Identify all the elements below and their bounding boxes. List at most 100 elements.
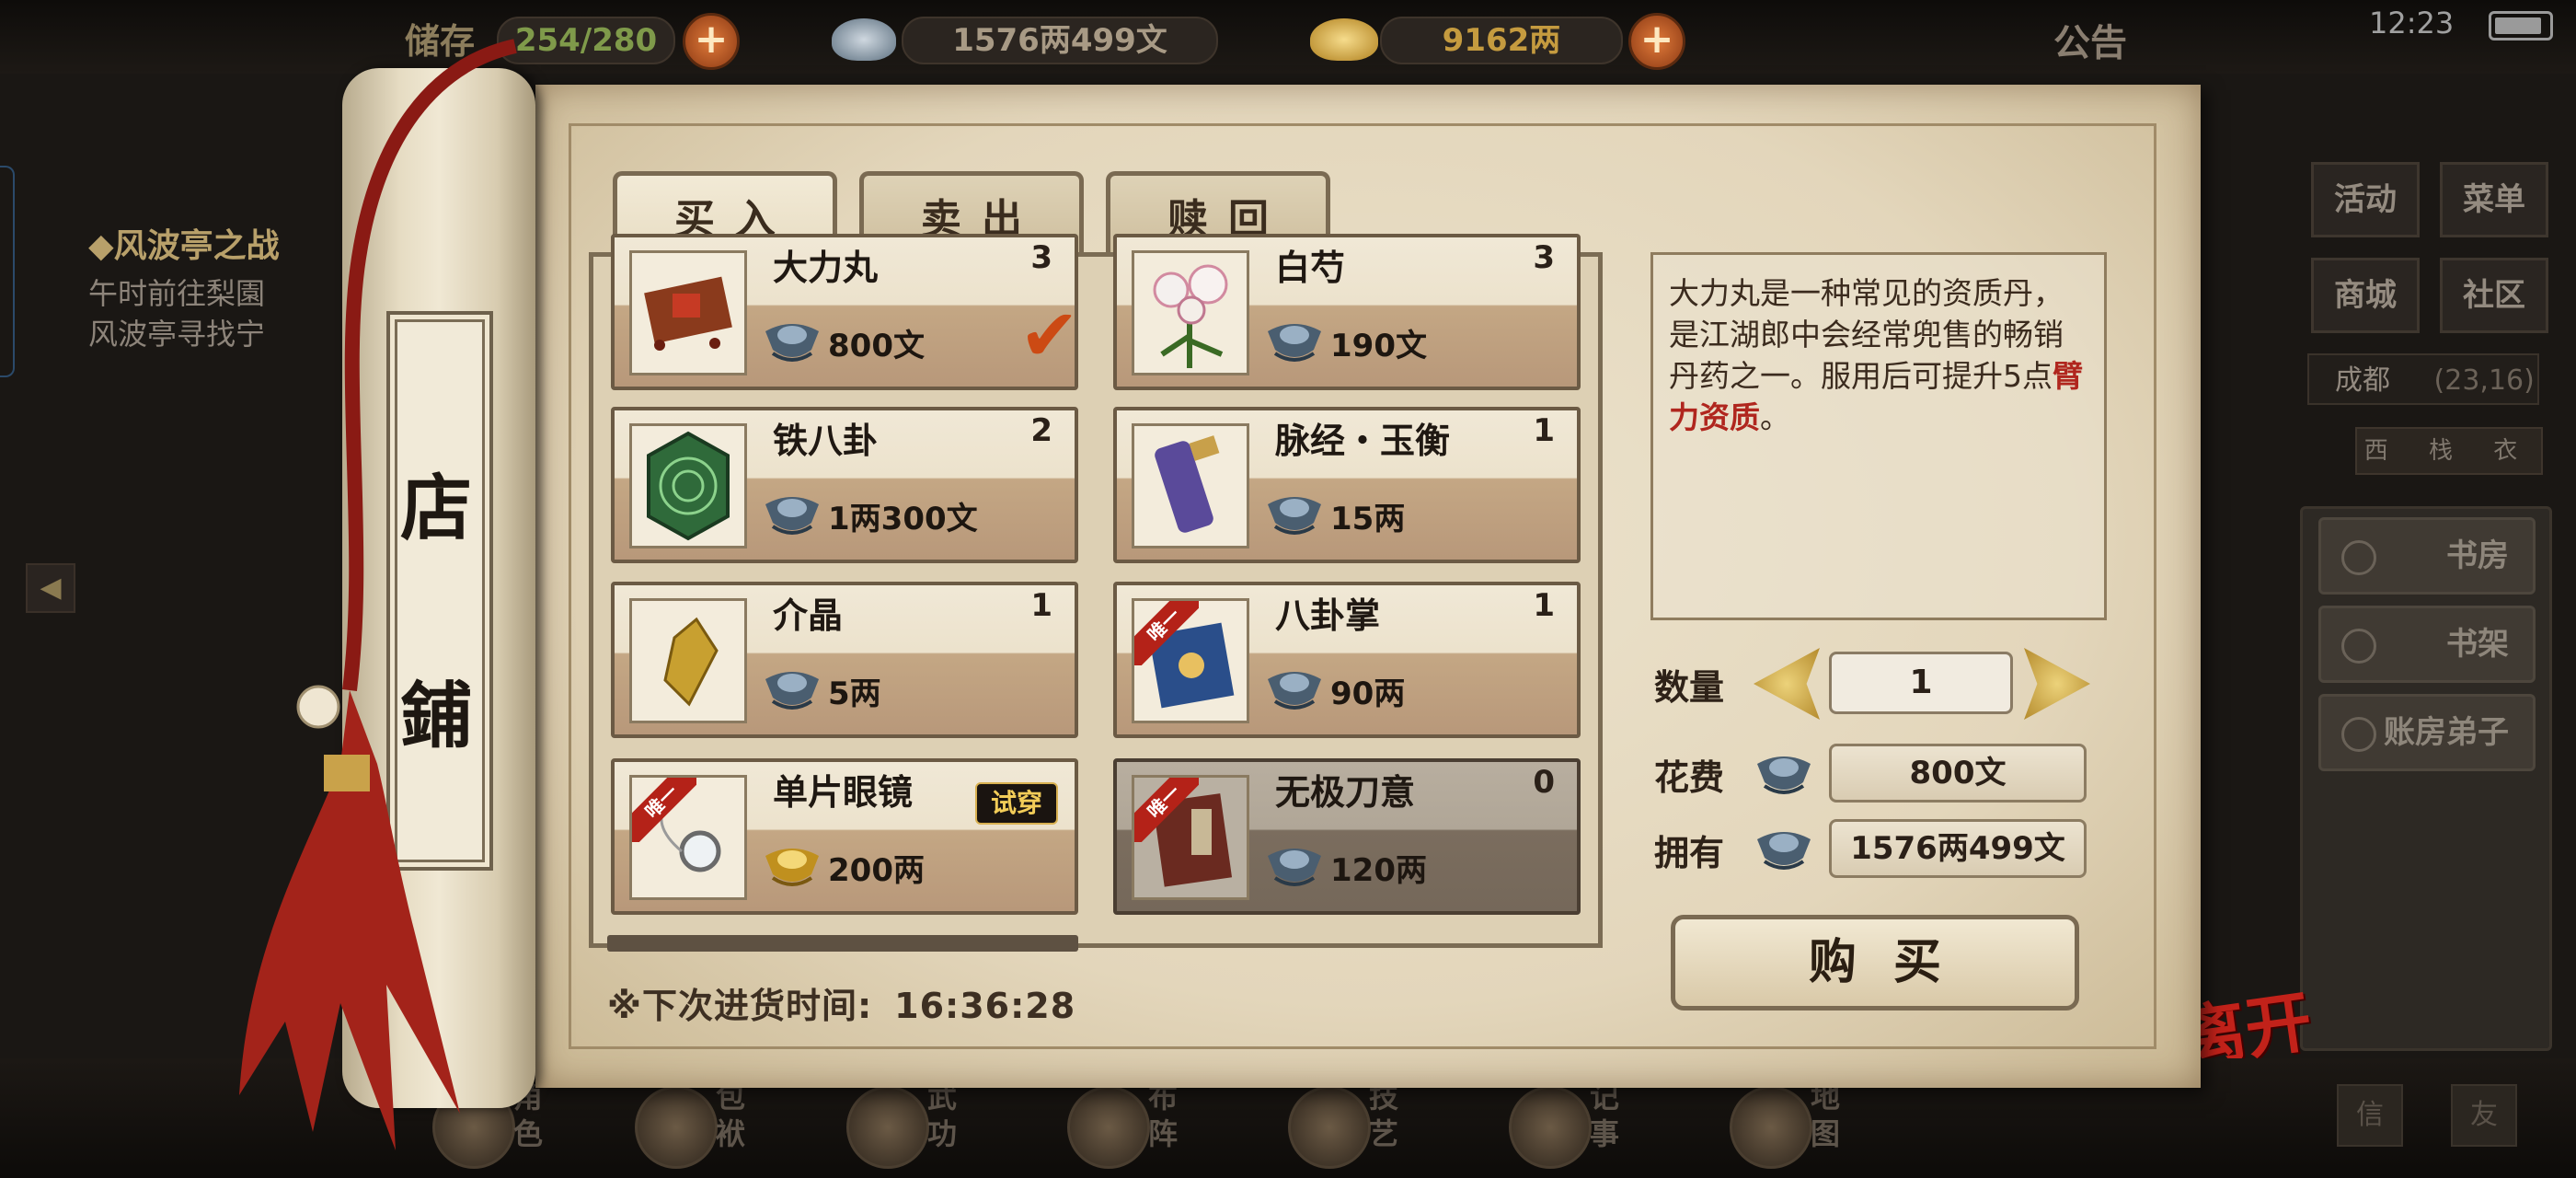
silver-icon	[765, 672, 819, 710]
item-name: 白芍	[1275, 248, 1346, 288]
item-count: 3	[1533, 239, 1555, 276]
house-icon	[2341, 540, 2376, 575]
item-card-sold-out[interactable]: 唯一 无极刀意 0 120两	[1113, 758, 1581, 915]
item-name: 单片眼镜	[773, 772, 914, 813]
try-on-button[interactable]: 试穿	[975, 782, 1058, 825]
item-card[interactable]: 唯一 单片眼镜 试穿 200两	[611, 758, 1078, 915]
room-label: 账房弟子	[2384, 714, 2509, 751]
restock-time: 16:36:28	[894, 986, 1076, 1026]
list-scroll-hint	[607, 935, 1078, 952]
location-name: 成都	[2335, 364, 2390, 397]
room-label: 书架	[2446, 626, 2509, 663]
nav-label: 包袱	[716, 1080, 746, 1151]
item-count: 3	[1030, 239, 1052, 276]
item-thumbnail	[629, 598, 747, 723]
silver-icon	[765, 324, 819, 362]
item-thumbnail	[629, 423, 747, 549]
selected-check-icon: ✔	[1019, 294, 1080, 377]
unique-tag: 唯一	[632, 778, 696, 842]
item-price: 5两	[828, 676, 881, 712]
own-label: 拥有	[1654, 833, 1725, 873]
unique-tag: 唯一	[1134, 601, 1199, 665]
item-count: 1	[1030, 587, 1052, 624]
own-value: 1576两499文	[1829, 819, 2087, 878]
nav-label: 地图	[1811, 1080, 1841, 1151]
person-icon	[2341, 717, 2376, 752]
item-name: 铁八卦	[773, 421, 879, 461]
location-bar[interactable]: 成都 (23,16)	[2307, 353, 2539, 405]
item-name: 脉经・玉衡	[1275, 421, 1451, 461]
room-accountant-button[interactable]: 账房弟子	[2318, 694, 2536, 771]
item-price: 120两	[1330, 852, 1427, 889]
shelf-icon	[2341, 629, 2376, 664]
item-name: 八卦掌	[1275, 595, 1381, 636]
scroll-book-icon	[1155, 435, 1220, 533]
restock-label: ※下次进货时间:	[607, 986, 873, 1026]
item-name: 无极刀意	[1275, 772, 1416, 813]
notice-button[interactable]: 公告	[2053, 13, 2127, 66]
item-count: 0	[1533, 764, 1555, 801]
item-card[interactable]: 白芍 3 190文	[1113, 234, 1581, 390]
item-price: 800文	[828, 328, 925, 364]
mail-button[interactable]: 信	[2337, 1084, 2403, 1147]
silver-icon	[1268, 497, 1321, 535]
status-time: 12:23	[2369, 6, 2455, 40]
nav-label: 技艺	[1369, 1080, 1399, 1151]
tassel-ribbon	[239, 39, 517, 1150]
item-description: 大力丸是一种常见的资质丹，是江湖郎中会经常兜售的畅销丹药之一。服用后可提升5点臂…	[1669, 275, 2083, 435]
nav-label: 武功	[927, 1080, 958, 1151]
quantity-field[interactable]: 1	[1829, 652, 2013, 714]
silver-icon	[1268, 324, 1321, 362]
activity-button[interactable]: 活动	[2311, 162, 2420, 237]
crystal-icon	[663, 617, 719, 707]
scroll-icon	[1509, 1086, 1592, 1169]
item-card[interactable]: 铁八卦 2 1两300文	[611, 407, 1078, 563]
item-thumbnail: 唯一	[629, 775, 747, 900]
nav-label: 记事	[1590, 1080, 1620, 1151]
item-price: 190文	[1330, 328, 1427, 364]
item-card[interactable]: 脉经・玉衡 1 15两	[1113, 407, 1581, 563]
room-study-button[interactable]: 书房	[2318, 517, 2536, 595]
friends-button[interactable]: 友	[2451, 1084, 2517, 1147]
pill-box-icon	[644, 276, 732, 351]
nav-label: 布阵	[1148, 1080, 1179, 1151]
item-card[interactable]: 大力丸 3 800文 ✔	[611, 234, 1080, 390]
mall-button[interactable]: 商城	[2311, 258, 2420, 333]
pot-icon	[1288, 1086, 1371, 1169]
unique-tag: 唯一	[1134, 778, 1199, 842]
gold-icon	[1310, 18, 1378, 61]
bag-icon	[635, 1086, 718, 1169]
item-count: 1	[1533, 587, 1555, 624]
item-thumbnail	[1132, 423, 1249, 549]
item-count: 1	[1533, 412, 1555, 449]
item-name: 大力丸	[773, 248, 879, 288]
item-card[interactable]: 介晶 1 5两	[611, 582, 1078, 738]
add-gold-button[interactable]: +	[1628, 13, 1685, 70]
gold-ingot-icon	[765, 849, 819, 886]
community-button[interactable]: 社区	[2440, 258, 2548, 333]
silver-icon	[1757, 832, 1811, 870]
item-card[interactable]: 唯一 八卦掌 1 90两	[1113, 582, 1581, 738]
map-icon	[1730, 1086, 1812, 1169]
silver-icon	[1268, 849, 1321, 886]
item-price: 200两	[828, 852, 925, 889]
room-label: 书房	[2446, 537, 2509, 574]
add-stat1-button[interactable]: +	[683, 13, 740, 70]
compass-bar: 西 栈 衣	[2355, 427, 2543, 475]
item-price: 15两	[1330, 501, 1406, 537]
book-icon	[846, 1086, 929, 1169]
room-shelf-button[interactable]: 书架	[2318, 606, 2536, 683]
buy-button[interactable]: 购买	[1671, 915, 2079, 1011]
silver-icon	[1757, 756, 1811, 794]
flower-icon	[1153, 264, 1228, 368]
collapse-left-icon[interactable]: ◀	[26, 563, 75, 613]
item-thumbnail: 唯一	[1132, 598, 1249, 723]
silver-icon	[832, 18, 896, 61]
item-name: 介晶	[773, 595, 844, 636]
location-coords: (23,16)	[2433, 364, 2535, 397]
item-price: 1两300文	[828, 501, 978, 537]
item-thumbnail	[1132, 250, 1249, 375]
item-price: 90两	[1330, 676, 1406, 712]
menu-button[interactable]: 菜单	[2440, 162, 2548, 237]
item-count: 2	[1030, 412, 1052, 449]
